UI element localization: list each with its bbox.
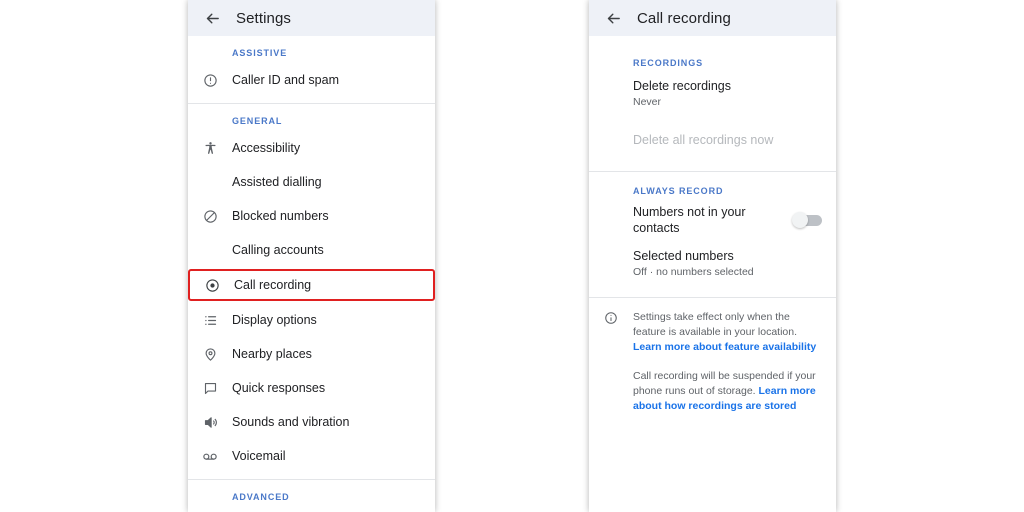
list-item-delete-all-recordings-now: Delete all recordings now <box>589 123 836 157</box>
section-label-advanced: ADVANCED <box>232 492 290 502</box>
sidebar-item-blocked-numbers[interactable]: Blocked numbers <box>188 199 435 233</box>
list-item-label: Delete all recordings now <box>633 133 774 147</box>
volume-icon <box>188 415 232 430</box>
arrow-back-icon[interactable] <box>198 4 226 32</box>
sidebar-item-accessibility[interactable]: Accessibility <box>188 131 435 165</box>
list-item-label: Numbers not in your contacts <box>633 205 746 235</box>
page-title: Settings <box>236 9 291 27</box>
footer-info-block: Settings take effect only when the featu… <box>589 298 836 414</box>
sidebar-item-label: Call recording <box>234 278 312 292</box>
arrow-back-icon[interactable] <box>599 4 627 32</box>
sidebar-item-calling-accounts[interactable]: Calling accounts <box>188 233 435 267</box>
call-recording-appbar: Call recording <box>589 0 836 36</box>
section-label-assistive: ASSISTIVE <box>232 48 288 58</box>
settings-phone-panel: Settings ASSISTIVE Caller ID and spam GE… <box>188 0 435 512</box>
sidebar-item-label: Nearby places <box>232 347 312 361</box>
sidebar-item-label: Display options <box>232 313 317 327</box>
section-label-always-record: ALWAYS RECORD <box>633 186 724 196</box>
accessibility-icon <box>188 141 232 156</box>
section-label-recordings: RECORDINGS <box>633 58 704 68</box>
record-icon <box>190 278 234 293</box>
sidebar-item-label: Caller ID and spam <box>232 73 339 87</box>
sidebar-item-label: Accessibility <box>232 141 301 155</box>
learn-more-feature-availability-link[interactable]: Learn more about feature availability <box>633 341 816 353</box>
chat-bubble-icon <box>188 381 232 396</box>
sidebar-item-caller-id-and-spam[interactable]: Caller ID and spam <box>188 63 435 97</box>
sidebar-item-sounds-and-vibration[interactable]: Sounds and vibration <box>188 405 435 439</box>
info-paragraph-storage: Call recording will be suspended if your… <box>633 369 822 414</box>
list-item-sublabel: Never <box>633 95 662 108</box>
error-circle-icon <box>188 73 232 88</box>
sidebar-item-label: Assisted dialling <box>232 175 322 189</box>
list-item-sublabel: Off · no numbers selected <box>633 265 754 278</box>
list-item-selected-numbers[interactable]: Selected numbers Off · no numbers select… <box>589 243 836 283</box>
section-label-general: GENERAL <box>232 116 283 126</box>
list-item-label: Delete recordings <box>633 78 731 93</box>
sidebar-item-label: Calling accounts <box>232 243 324 257</box>
info-paragraph-availability: Settings take effect only when the featu… <box>633 310 822 355</box>
list-icon <box>188 313 232 328</box>
sidebar-item-voicemail[interactable]: Voicemail <box>188 439 435 473</box>
sidebar-item-label: Blocked numbers <box>232 209 329 223</box>
toggle-knob <box>792 211 808 228</box>
block-icon <box>188 209 232 224</box>
sidebar-item-assisted-dialling[interactable]: Assisted dialling <box>188 165 435 199</box>
page-title: Call recording <box>637 9 731 27</box>
sidebar-item-label: Voicemail <box>232 449 286 463</box>
list-item-delete-recordings[interactable]: Delete recordings Never <box>589 73 836 113</box>
sidebar-item-quick-responses[interactable]: Quick responses <box>188 371 435 405</box>
settings-appbar: Settings <box>188 0 435 36</box>
sidebar-item-label: Sounds and vibration <box>232 415 350 429</box>
toggle-numbers-not-in-contacts[interactable] <box>792 211 822 228</box>
info-circle-icon <box>589 310 633 414</box>
call-recording-phone-panel: Call recording RECORDINGS Delete recordi… <box>589 0 836 512</box>
sidebar-item-label: Quick responses <box>232 381 326 395</box>
place-pin-icon <box>188 347 232 362</box>
voicemail-icon <box>188 448 232 464</box>
info-text: Settings take effect only when the featu… <box>633 311 798 338</box>
sidebar-item-nearby-places[interactable]: Nearby places <box>188 337 435 371</box>
sidebar-item-display-options[interactable]: Display options <box>188 303 435 337</box>
list-item-label: Selected numbers <box>633 248 734 263</box>
sidebar-item-call-recording[interactable]: Call recording <box>188 269 435 301</box>
list-item-numbers-not-in-your-contacts[interactable]: Numbers not in your contacts <box>589 201 836 239</box>
